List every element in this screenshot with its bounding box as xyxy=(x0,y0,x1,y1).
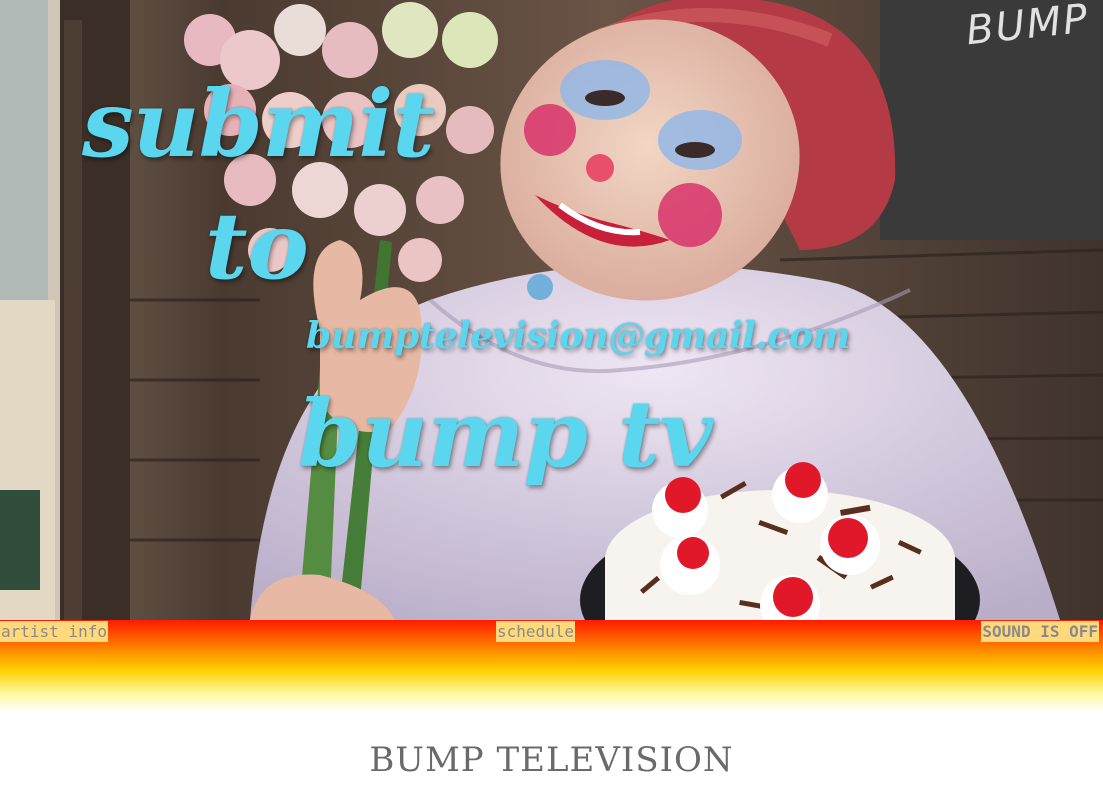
overlay-submit-text: submit xyxy=(82,70,435,178)
video-player[interactable]: BUMP submit to bumptelevision@gmail.com … xyxy=(0,0,1103,620)
sound-toggle-button[interactable]: SOUND IS OFF xyxy=(981,621,1099,642)
site-title: BUMP TELEVISION xyxy=(369,740,734,780)
gradient-nav-bar: artist info schedule SOUND IS OFF xyxy=(0,620,1103,712)
artist-info-button[interactable]: artist info xyxy=(0,621,108,642)
schedule-button[interactable]: schedule xyxy=(496,621,576,642)
overlay-bump-tv-text: bump tv xyxy=(298,380,713,488)
page: BUMP submit to bumptelevision@gmail.com … xyxy=(0,0,1103,799)
overlay-email-text: bumptelevision@gmail.com xyxy=(306,315,850,357)
overlay-to-text: to xyxy=(205,192,309,300)
